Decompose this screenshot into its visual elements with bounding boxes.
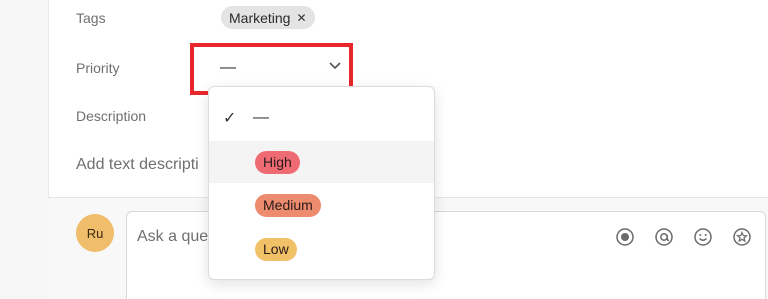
comment-toolbar <box>612 224 755 250</box>
chevron-down-icon <box>329 58 341 73</box>
record-icon[interactable] <box>612 224 638 250</box>
check-icon: ✓ <box>223 110 237 127</box>
priority-option-medium[interactable]: Medium <box>209 184 434 226</box>
tag-remove-icon[interactable]: ✕ <box>296 11 306 25</box>
priority-option-low[interactable]: Low <box>209 228 434 270</box>
option-label: High <box>255 150 300 174</box>
avatar-initials: Ru <box>86 225 104 241</box>
option-label: Low <box>255 237 297 261</box>
description-label: Description <box>76 108 147 124</box>
priority-option-high[interactable]: High <box>209 141 434 183</box>
tags-label: Tags <box>76 10 106 26</box>
priority-label: Priority <box>76 60 120 76</box>
tag-chip-label: Marketing <box>229 9 291 26</box>
option-label: Medium <box>255 193 321 217</box>
priority-option-none[interactable]: ✓ — <box>209 97 434 139</box>
option-label: — <box>253 109 269 126</box>
priority-select[interactable]: — <box>209 52 349 84</box>
emoji-icon[interactable] <box>690 224 716 250</box>
mention-icon[interactable] <box>651 224 677 250</box>
tag-chip[interactable]: Marketing ✕ <box>221 6 315 29</box>
priority-select-value: — <box>220 59 236 76</box>
avatar: Ru <box>76 214 114 252</box>
star-icon[interactable] <box>729 224 755 250</box>
add-description-placeholder[interactable]: Add text descripti <box>76 156 199 174</box>
priority-dropdown-menu: ✓ — High Medium Low <box>208 86 435 280</box>
comment-placeholder: Ask a que <box>137 228 209 245</box>
